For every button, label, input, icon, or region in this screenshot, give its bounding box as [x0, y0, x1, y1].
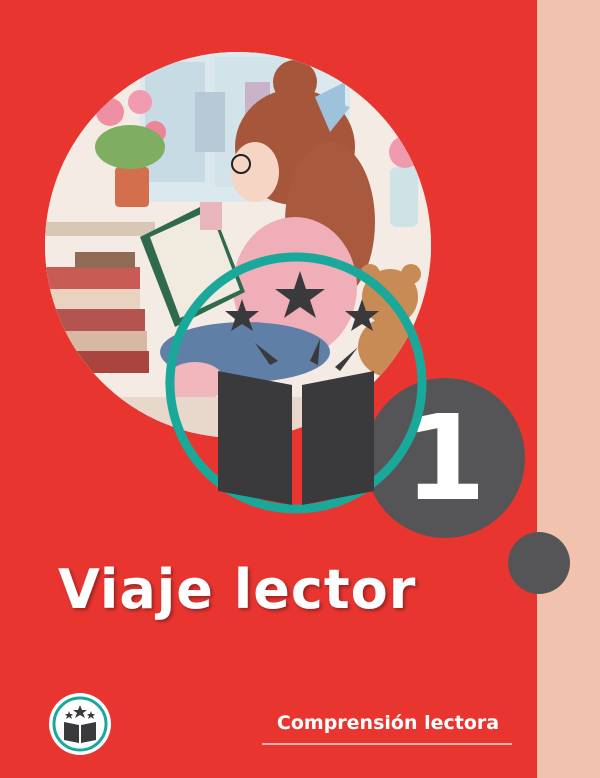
open-book-stars-icon [165, 252, 427, 514]
cover-subtitle: Comprensión lectora [276, 712, 500, 734]
book-stars-logo-icon [49, 693, 111, 755]
side-strip [537, 0, 600, 778]
cover-title: Viaje lector [58, 558, 417, 621]
subtitle-underline [262, 743, 512, 745]
